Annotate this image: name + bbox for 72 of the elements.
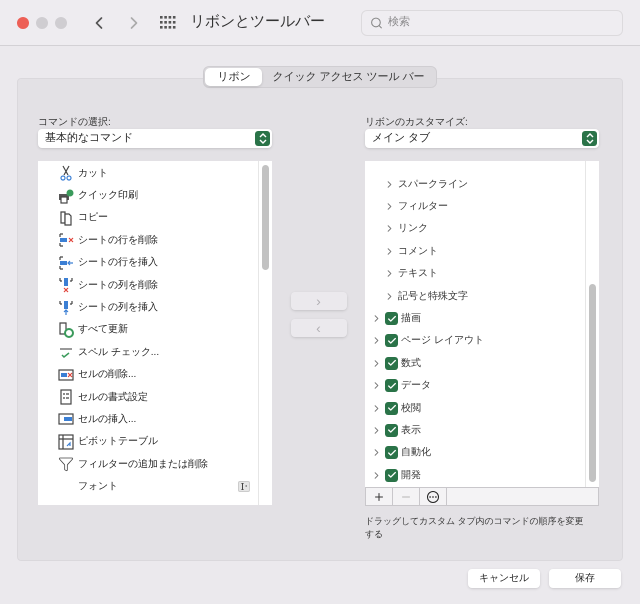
tree-item[interactable]: ページ レイアウト (365, 330, 585, 352)
command-item[interactable]: シートの列を削除 (38, 274, 258, 296)
copy-icon (58, 210, 74, 226)
printer-icon (58, 188, 74, 204)
window-title: リボンとツールバー (190, 12, 325, 32)
search-field[interactable]: 検索 (388, 14, 614, 31)
tree-item[interactable]: 記号と特殊文字 (365, 284, 585, 308)
tab[interactable]: クイック アクセス ツール バー (262, 68, 435, 86)
insert-cell-icon (58, 411, 74, 428)
checkbox[interactable] (385, 334, 398, 348)
command-item[interactable]: クイック印刷 (38, 184, 258, 207)
command-item[interactable]: カット (38, 162, 258, 184)
tree-item[interactable]: リンク (365, 218, 585, 240)
tree-item[interactable]: データ (365, 374, 585, 397)
delete-row-icon (58, 232, 74, 248)
stepper-icon (582, 131, 597, 146)
section-label: コマンドの選択: (38, 116, 112, 128)
checkbox[interactable] (385, 446, 398, 460)
stepper-icon (255, 131, 270, 146)
checkbox[interactable] (385, 356, 398, 370)
section-label: リボンのカスタマイズ: (365, 116, 469, 128)
format-cells-icon (58, 389, 74, 406)
command-item[interactable]: フィルターの追加または削除 (38, 453, 258, 476)
tree-item[interactable]: 校閲 (365, 396, 585, 420)
pivot-table-icon (58, 434, 74, 450)
checkbox[interactable] (385, 312, 398, 326)
tab[interactable]: リボン (205, 68, 262, 86)
tree-item[interactable]: 数式 (365, 352, 585, 375)
scissors-icon (58, 165, 74, 182)
command-item[interactable]: シートの列を挿入 (38, 296, 258, 319)
command-item[interactable]: セルの挿入... (38, 408, 258, 431)
tree-item[interactable]: テキスト (365, 262, 585, 285)
text-cursor-icon (238, 481, 250, 492)
tree-item[interactable]: 自動化 (365, 442, 585, 464)
dialog-button[interactable]: キャンセル (468, 569, 540, 588)
command-item[interactable]: セルの書式設定 (38, 386, 258, 408)
scrollbar[interactable] (262, 165, 269, 270)
tree-item[interactable]: 表示 (365, 419, 585, 442)
insert-row-icon (58, 254, 74, 271)
tree-item[interactable]: 開発 (365, 464, 585, 486)
filter-icon (58, 456, 74, 472)
delete-cell-icon (58, 366, 74, 383)
hint-text: ドラッグしてカスタム タブ内のコマンドの順序を変更する (365, 515, 585, 541)
close-button[interactable] (17, 16, 29, 28)
tree-item[interactable]: 描画 (365, 307, 585, 330)
tree-item[interactable]: スパークライン (365, 173, 585, 196)
command-item[interactable]: シートの行を挿入 (38, 252, 258, 274)
tree-item[interactable]: フィルター (365, 195, 585, 218)
dropdown[interactable]: メイン タブ (365, 129, 599, 148)
command-item[interactable]: シートの行を削除 (38, 229, 258, 252)
ellipsis-icon (427, 490, 439, 502)
plus-icon (373, 490, 385, 502)
command-item[interactable]: ピボットテーブル (38, 430, 258, 454)
tree-item[interactable]: コメント (365, 240, 585, 263)
delete-column-icon (58, 277, 74, 294)
command-item[interactable]: コピー (38, 206, 258, 230)
refresh-icon (58, 322, 74, 338)
command-item[interactable]: フォント (38, 475, 258, 498)
checkbox[interactable] (385, 379, 398, 392)
search-bar[interactable]: 検索 (361, 10, 623, 36)
checkbox[interactable] (385, 468, 398, 482)
command-item[interactable]: スペル チェック... (38, 341, 258, 364)
search-icon (370, 16, 383, 30)
insert-column-icon (58, 300, 74, 316)
dialog-button[interactable]: 保存 (549, 569, 621, 588)
command-item[interactable]: セルの削除... (38, 364, 258, 386)
grid-icon[interactable] (160, 16, 176, 30)
dropdown[interactable]: 基本的なコマンド (38, 129, 272, 148)
scrollbar[interactable] (589, 284, 596, 482)
checkbox[interactable] (385, 424, 398, 437)
command-item[interactable]: すべて更新 (38, 318, 258, 342)
checkbox[interactable] (385, 402, 398, 415)
